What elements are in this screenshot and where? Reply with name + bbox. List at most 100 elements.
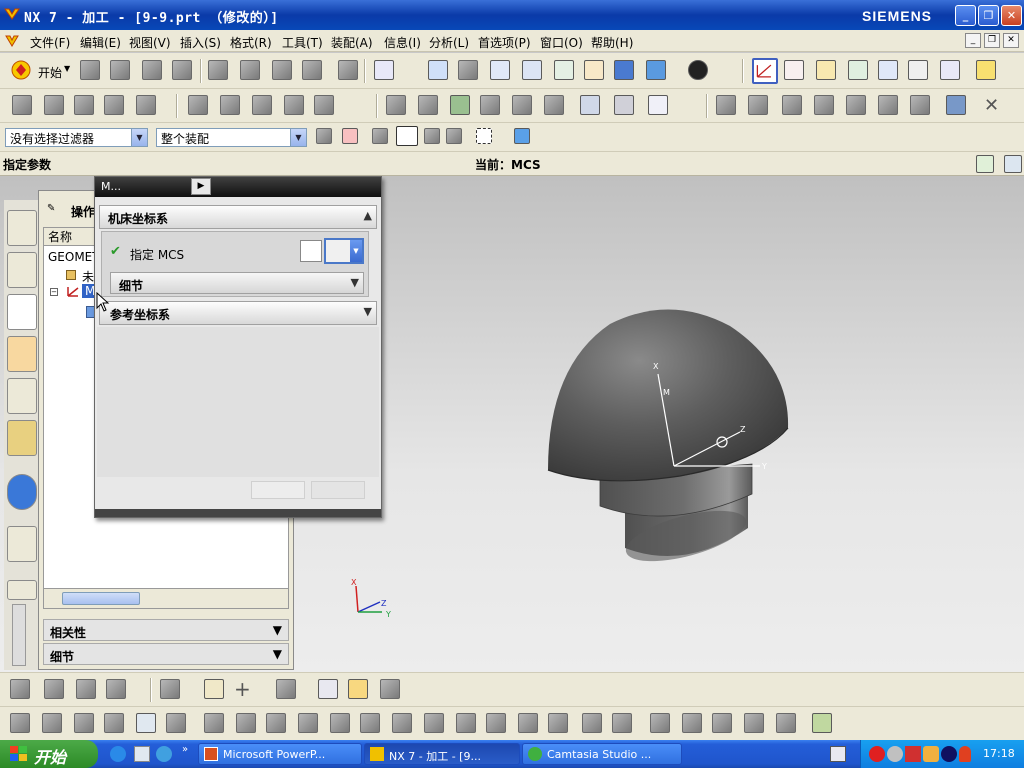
display-icon[interactable] xyxy=(910,95,930,115)
tray-audio-icon[interactable] xyxy=(887,746,903,762)
plus-icon[interactable]: + xyxy=(234,677,251,701)
feature-icon[interactable] xyxy=(816,60,836,80)
constraint-navigator-tab[interactable] xyxy=(7,252,37,288)
feature-icon[interactable] xyxy=(266,713,286,733)
feature-icon[interactable] xyxy=(10,713,30,733)
postprocess-icon[interactable] xyxy=(512,95,532,115)
expand-arrow-icon[interactable]: ▶ xyxy=(191,178,211,195)
cube-icon[interactable] xyxy=(946,95,966,115)
menu-preferences[interactable]: 首选项(P) xyxy=(478,34,531,51)
tool-create-icon[interactable] xyxy=(44,95,64,115)
taskbar-item-powerpoint[interactable]: Microsoft PowerP... xyxy=(198,743,362,765)
menu-help[interactable]: 帮助(H) xyxy=(591,34,633,51)
paste-icon[interactable] xyxy=(272,60,292,80)
snap-point-icon[interactable] xyxy=(342,128,358,144)
tree-collapse-icon[interactable]: − xyxy=(50,288,58,296)
tree-row-unused[interactable]: 未 xyxy=(82,268,94,285)
cut-op-icon[interactable] xyxy=(748,95,768,115)
feed-icon[interactable] xyxy=(580,95,600,115)
chevron-down-icon[interactable]: ▼ xyxy=(131,129,147,146)
generate-path-icon[interactable] xyxy=(386,95,406,115)
tool-create-icon[interactable] xyxy=(12,95,32,115)
title-bar[interactable]: NX 7 - 加工 - [9-9.prt （修改的）] SIEMENS _ ❐ … xyxy=(0,0,1024,30)
menu-analysis[interactable]: 分析(L) xyxy=(429,34,469,51)
resource-scrollbar[interactable] xyxy=(12,604,26,666)
chevron-down-icon[interactable]: ▼ xyxy=(273,623,282,637)
measure-icon[interactable] xyxy=(976,60,996,80)
select-edge-icon[interactable] xyxy=(446,128,462,144)
block-icon[interactable] xyxy=(380,679,400,699)
list-path-icon[interactable] xyxy=(480,95,500,115)
machine-navigator-tab[interactable] xyxy=(7,336,37,372)
edit-op-icon[interactable] xyxy=(716,95,736,115)
info-icon[interactable] xyxy=(7,474,37,510)
nx-menu-icon[interactable] xyxy=(4,33,20,49)
open-file-icon[interactable] xyxy=(110,60,130,80)
feature-icon[interactable] xyxy=(712,713,732,733)
web-browser-tab[interactable] xyxy=(7,526,37,562)
taskbar-item-camtasia[interactable]: Camtasia Studio ... xyxy=(522,743,682,765)
selection-filter-dropdown[interactable]: 没有选择过滤器 ▼ xyxy=(5,128,148,147)
menu-file[interactable]: 文件(F) xyxy=(30,34,70,51)
feature-icon[interactable] xyxy=(424,713,444,733)
replay-path-icon[interactable] xyxy=(418,95,438,115)
pointer-icon[interactable] xyxy=(908,60,928,80)
machine-icon[interactable] xyxy=(614,95,634,115)
tool-view-icon[interactable] xyxy=(220,95,240,115)
geometry-create-icon[interactable] xyxy=(74,95,94,115)
method-create-icon[interactable] xyxy=(104,95,124,115)
machine-csys-section[interactable]: 机床坐标系 ▲ xyxy=(99,205,377,229)
history-tab[interactable] xyxy=(7,420,37,456)
op-delete-icon[interactable] xyxy=(314,95,334,115)
method-view-icon[interactable] xyxy=(284,95,304,115)
op-icon[interactable] xyxy=(10,679,30,699)
chevron-down-icon[interactable]: ▼ xyxy=(350,240,362,262)
shop-doc-icon[interactable] xyxy=(544,95,564,115)
save-icon[interactable] xyxy=(142,60,162,80)
csys-dialog-icon[interactable] xyxy=(300,240,322,262)
feature-icon[interactable] xyxy=(204,713,224,733)
feature-icon[interactable] xyxy=(42,713,62,733)
curve-icon[interactable] xyxy=(276,679,296,699)
doc-minimize-button[interactable]: _ xyxy=(965,33,981,48)
magnify-icon[interactable] xyxy=(522,60,542,80)
dialog-titlebar[interactable]: M... ▶ xyxy=(95,177,381,197)
undo-icon[interactable] xyxy=(338,60,358,80)
feature-icon[interactable] xyxy=(298,713,318,733)
feature-icon[interactable] xyxy=(330,713,350,733)
feature-icon[interactable] xyxy=(682,713,702,733)
close-op-icon[interactable]: ✕ xyxy=(984,95,999,116)
cut-icon[interactable] xyxy=(208,60,228,80)
feature-icon[interactable] xyxy=(486,713,506,733)
menu-insert[interactable]: 插入(S) xyxy=(180,34,221,51)
shading-icon[interactable] xyxy=(688,60,708,80)
chart-icon[interactable] xyxy=(648,95,668,115)
doc-close-button[interactable]: ✕ xyxy=(1003,33,1019,48)
chevron-right-icon[interactable]: » xyxy=(182,744,188,755)
select-face-icon[interactable] xyxy=(424,128,440,144)
assembly-scope-dropdown[interactable]: 整个装配 ▼ xyxy=(156,128,307,147)
feature-icon[interactable] xyxy=(812,713,832,733)
op-icon[interactable] xyxy=(44,679,64,699)
tree-row-geometry[interactable]: GEOMET xyxy=(48,250,100,264)
doc-restore-button[interactable]: ❐ xyxy=(984,33,1000,48)
pan-icon[interactable] xyxy=(584,60,604,80)
chevron-down-icon[interactable]: ▼ xyxy=(290,129,306,146)
minimize-button[interactable]: _ xyxy=(955,5,976,26)
feature-icon[interactable] xyxy=(456,713,476,733)
select-class-icon[interactable] xyxy=(374,60,394,80)
verify-path-icon[interactable] xyxy=(450,95,470,115)
chevron-down-icon[interactable]: ▼ xyxy=(351,276,359,289)
paste-op-icon[interactable] xyxy=(814,95,834,115)
media-quicklaunch-icon[interactable] xyxy=(156,746,172,762)
assembly-navigator-tab[interactable] xyxy=(7,210,37,246)
mcs-icon[interactable] xyxy=(752,58,778,84)
sketch-icon[interactable] xyxy=(160,679,180,699)
menu-assembly[interactable]: 装配(A) xyxy=(331,34,373,51)
feature-icon[interactable] xyxy=(136,713,156,733)
tray-app-icon[interactable] xyxy=(941,746,957,762)
feature-icon[interactable] xyxy=(360,713,380,733)
desktop-quicklaunch-icon[interactable] xyxy=(134,746,150,762)
render-style-icon[interactable] xyxy=(646,60,666,80)
operation-navigator-tab[interactable] xyxy=(7,294,37,330)
